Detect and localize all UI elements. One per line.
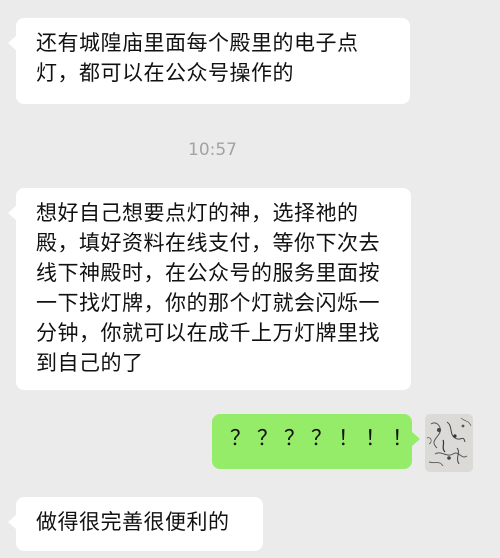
- outgoing-message-bubble[interactable]: ？？？？！！！: [212, 414, 420, 469]
- avatar[interactable]: [425, 414, 473, 472]
- message-text: 还有城隍庙里面每个殿里的电子点灯，都可以在公众号操作的: [36, 31, 359, 85]
- sketch-avatar-icon: [425, 414, 473, 472]
- incoming-message-bubble[interactable]: 还有城隍庙里面每个殿里的电子点灯，都可以在公众号操作的: [8, 18, 410, 104]
- message-text: ？？？？！！！: [230, 426, 419, 450]
- chat-window: 还有城隍庙里面每个殿里的电子点灯，都可以在公众号操作的 10:57 想好自己想要…: [0, 0, 500, 558]
- incoming-message-bubble[interactable]: 想好自己想要点灯的神，选择祂的殿，填好资料在线支付，等你下次去线下神殿时，在公众…: [8, 188, 411, 390]
- incoming-message-bubble[interactable]: 做得很完善很便利的: [8, 497, 263, 551]
- message-text: 想好自己想要点灯的神，选择祂的殿，填好资料在线支付，等你下次去线下神殿时，在公众…: [36, 201, 380, 375]
- message-text: 做得很完善很便利的: [36, 510, 230, 534]
- timestamp: 10:57: [188, 140, 237, 160]
